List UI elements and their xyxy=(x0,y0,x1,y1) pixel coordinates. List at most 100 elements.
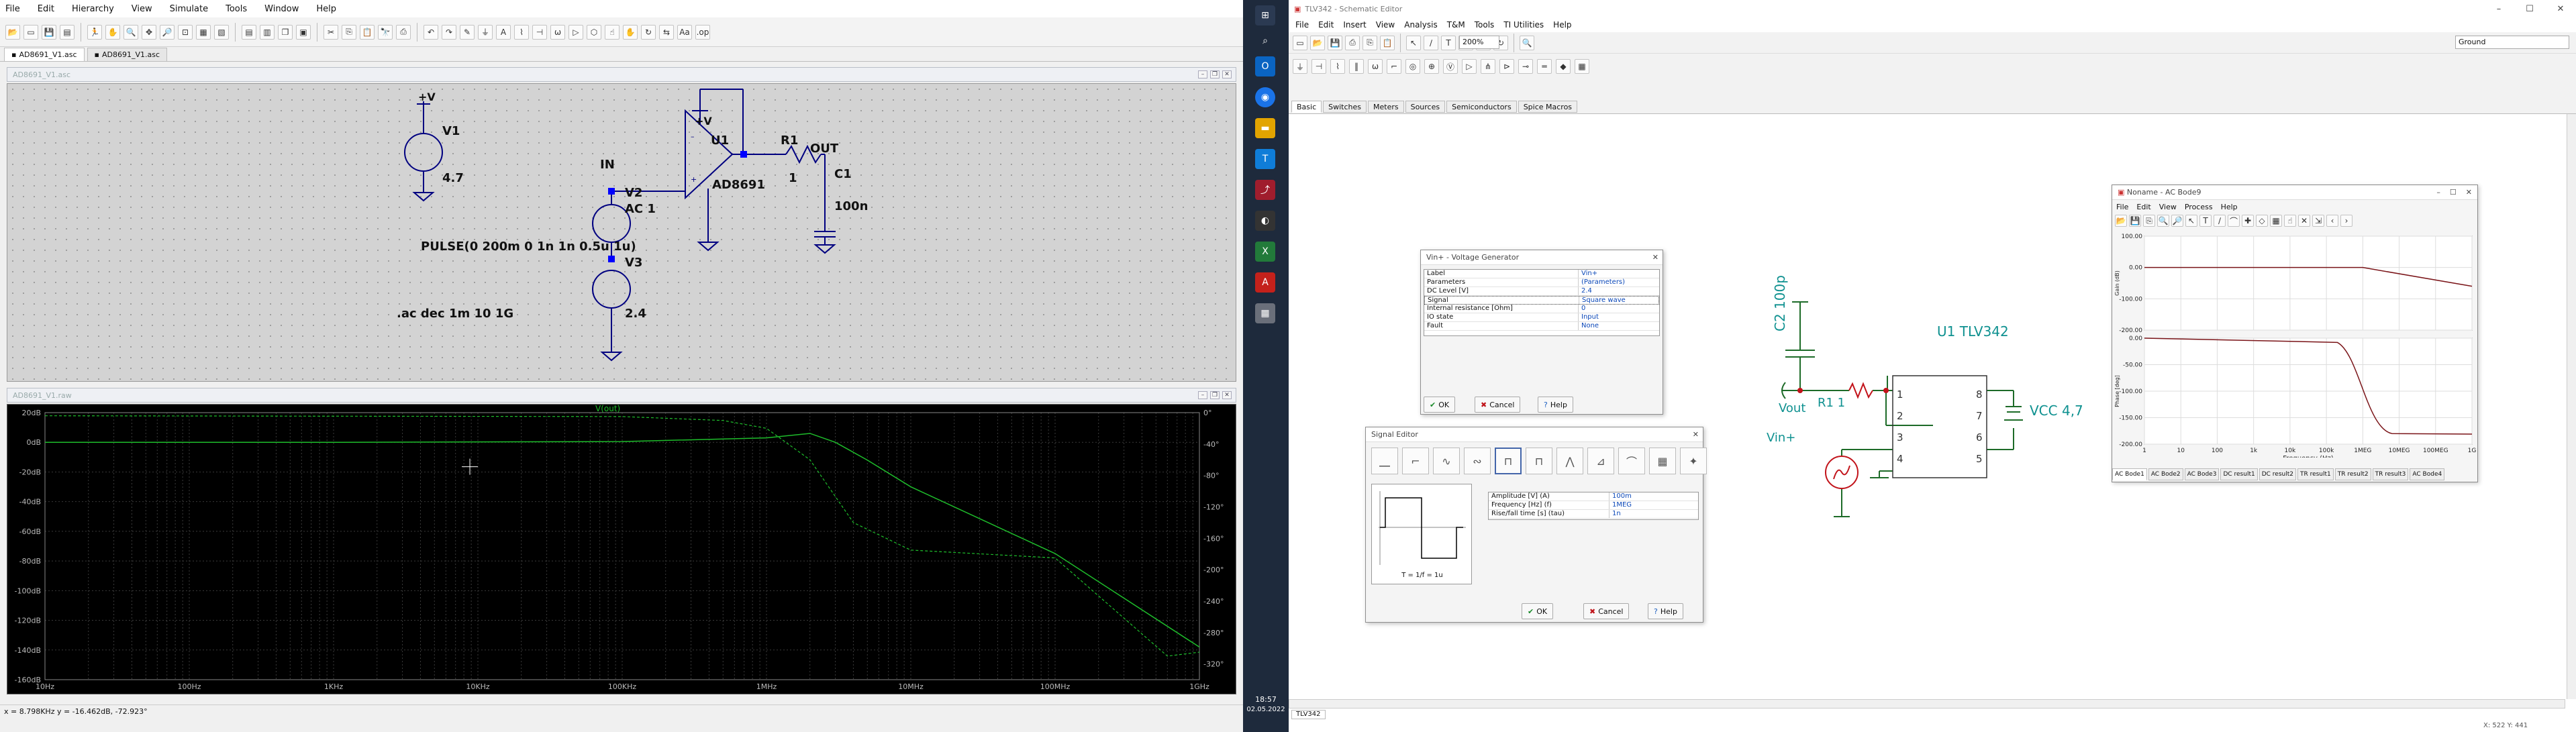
voltage-source-icon[interactable]: ◎ xyxy=(1405,59,1420,74)
copy-icon[interactable]: ⎘ xyxy=(1363,35,1377,50)
tab-ac-bode4[interactable]: AC Bode4 xyxy=(2410,468,2445,480)
menu-tools[interactable]: Tools xyxy=(1475,20,1495,30)
print-icon[interactable]: ⎙ xyxy=(396,24,411,40)
menu-edit[interactable]: Edit xyxy=(2136,203,2150,211)
property-value[interactable]: Square wave xyxy=(1579,297,1658,304)
clock-time[interactable]: 18:57 xyxy=(1248,695,1283,704)
ti-icon[interactable]: ◐ xyxy=(1255,211,1275,231)
capacitor-icon[interactable]: ⊣ xyxy=(532,24,547,40)
move-icon[interactable]: ☝ xyxy=(605,24,620,40)
tile-vertical-icon[interactable]: ▥ xyxy=(260,24,275,40)
tab-tr-result2[interactable]: TR result2 xyxy=(2334,468,2371,480)
component-icon[interactable]: ⬡ xyxy=(587,24,601,40)
zoom-in-icon[interactable]: 🔍 xyxy=(123,24,138,40)
transistor-icon[interactable]: ⋔ xyxy=(1481,59,1495,74)
dc-signal-icon[interactable]: ⎽ xyxy=(1371,448,1398,474)
mirror-icon[interactable]: ⇆ xyxy=(659,24,674,40)
property-row[interactable]: Label Vin+ xyxy=(1424,270,1659,278)
inductor-icon[interactable]: ω xyxy=(1368,59,1383,74)
restore-icon[interactable]: ❐ xyxy=(1210,70,1220,79)
menu-tools[interactable]: Tools xyxy=(223,4,250,14)
help-button[interactable]: ? Help xyxy=(1648,603,1683,619)
macro-icon[interactable]: ▦ xyxy=(1575,59,1589,74)
undo-icon[interactable]: ↶ xyxy=(424,24,438,40)
forward-icon[interactable]: › xyxy=(2340,215,2352,227)
menu-hierarchy[interactable]: Hierarchy xyxy=(69,4,117,14)
cosine-signal-icon[interactable]: ∾ xyxy=(1464,448,1491,474)
pointer-icon[interactable]: ☝ xyxy=(2284,215,2296,227)
param-value[interactable]: 1MEG xyxy=(1609,501,1698,509)
settings-icon[interactable]: ▤ xyxy=(60,24,75,40)
minimize-icon[interactable]: – xyxy=(1198,70,1207,79)
param-row[interactable]: Amplitude [V] (A) 100m xyxy=(1489,492,1698,501)
menu-analysis[interactable]: Analysis xyxy=(1404,20,1437,30)
delete-icon[interactable]: ✕ xyxy=(2298,215,2310,227)
property-value[interactable]: 0 xyxy=(1579,305,1659,313)
delete-plot-icon[interactable]: ▧ xyxy=(214,24,229,40)
property-row[interactable]: Parameters (Parameters) xyxy=(1424,278,1659,287)
grid-icon[interactable]: ▦ xyxy=(2270,215,2282,227)
menu-tm[interactable]: T&M xyxy=(1447,20,1465,30)
menu-help[interactable]: Help xyxy=(1553,20,1571,30)
run-icon[interactable]: 🏃 xyxy=(87,24,102,40)
square-signal-icon[interactable]: ⊓ xyxy=(1495,448,1522,474)
sine-signal-icon[interactable]: ∿ xyxy=(1433,448,1460,474)
bus-icon[interactable]: ═ xyxy=(1537,59,1552,74)
triangle-signal-icon[interactable]: ⋀ xyxy=(1556,448,1583,474)
param-row[interactable]: Frequency [Hz] (f) 1MEG xyxy=(1489,501,1698,510)
waveform-plot[interactable]: 20dB 0dB -20dB -40dB -60dB -80dB -100dB -120dB -… xyxy=(7,404,1236,694)
diode-icon[interactable]: ▷ xyxy=(1462,59,1477,74)
find-icon[interactable]: 🔭 xyxy=(378,24,393,40)
meter-icon[interactable]: Ⓥ xyxy=(1443,59,1458,74)
tab-sources[interactable]: Sources xyxy=(1405,101,1446,113)
ground-select[interactable]: Ground xyxy=(2455,36,2569,49)
save-icon[interactable]: 💾 xyxy=(42,24,56,40)
menu-file[interactable]: File xyxy=(2116,203,2128,211)
browser-icon[interactable]: ◉ xyxy=(1255,87,1275,107)
menu-insert[interactable]: Insert xyxy=(1343,20,1366,30)
curve-icon[interactable]: ⌒ xyxy=(2228,215,2240,227)
minimize-button[interactable]: – xyxy=(2483,0,2514,17)
label-net-icon[interactable]: A xyxy=(496,24,511,40)
tab-ac-bode1[interactable]: AC Bode1 xyxy=(2112,468,2147,480)
menu-simulate[interactable]: Simulate xyxy=(167,4,211,14)
property-row[interactable]: Internal resistance [Ohm] 0 xyxy=(1424,305,1659,313)
zoom-fit-icon[interactable]: ⊡ xyxy=(178,24,193,40)
text-icon[interactable]: T xyxy=(2199,215,2212,227)
pulse-signal-icon[interactable]: ⊓ xyxy=(1526,448,1552,474)
property-row-selected[interactable]: Signal Square wave xyxy=(1424,296,1659,305)
close-button[interactable]: ✕ xyxy=(2545,0,2576,17)
property-value[interactable]: None xyxy=(1579,322,1659,330)
windows-start-icon[interactable]: ⊞ xyxy=(1255,5,1275,25)
cursor-icon[interactable]: ✚ xyxy=(2242,215,2254,227)
open-icon[interactable]: 📂 xyxy=(5,24,20,40)
jumper-icon[interactable]: ⊸ xyxy=(1518,59,1533,74)
capacitor-icon[interactable]: ‖ xyxy=(1349,59,1364,74)
bode-plot[interactable]: 1 10 100 1k 10k 100k 1MEG 10MEG 100MEG 1G 100.00 0.… xyxy=(2112,229,2477,458)
cancel-button[interactable]: ✖ Cancel xyxy=(1475,397,1521,413)
close-icon[interactable]: ✕ xyxy=(1222,391,1232,399)
copy-icon[interactable]: ⎘ xyxy=(342,24,356,40)
current-source-icon[interactable]: ⊕ xyxy=(1424,59,1439,74)
text-icon[interactable]: T xyxy=(1441,35,1456,50)
menu-help[interactable]: Help xyxy=(313,4,339,14)
pdf-icon[interactable]: A xyxy=(1255,272,1275,293)
menu-help[interactable]: Help xyxy=(2221,203,2238,211)
print-icon[interactable]: ⎙ xyxy=(1345,35,1360,50)
probe-icon[interactable]: ◆ xyxy=(1556,59,1571,74)
tab-ac-bode2[interactable]: AC Bode2 xyxy=(2148,468,2183,480)
menu-file[interactable]: File xyxy=(1295,20,1309,30)
menu-process[interactable]: Process xyxy=(2185,203,2213,211)
tab-waveform[interactable]: ▪ AD8691_V1.asc xyxy=(87,48,167,61)
sheet-tab[interactable]: TLV342 xyxy=(1291,710,1326,719)
open-icon[interactable]: 📂 xyxy=(1310,35,1325,50)
autorange-icon[interactable]: ▦ xyxy=(196,24,211,40)
zoom-icon[interactable]: 🔍 xyxy=(2157,215,2169,227)
close-button[interactable]: ✕ xyxy=(2466,188,2472,197)
ltspice-taskbar-icon[interactable]: ⤴ xyxy=(1255,180,1275,200)
spice-directive-icon[interactable]: .op xyxy=(695,24,710,40)
menu-view[interactable]: View xyxy=(1376,20,1395,30)
ok-button[interactable]: ✔ OK xyxy=(1522,603,1554,619)
save-icon[interactable]: 💾 xyxy=(2129,215,2141,227)
param-value[interactable]: 100m xyxy=(1609,492,1698,501)
